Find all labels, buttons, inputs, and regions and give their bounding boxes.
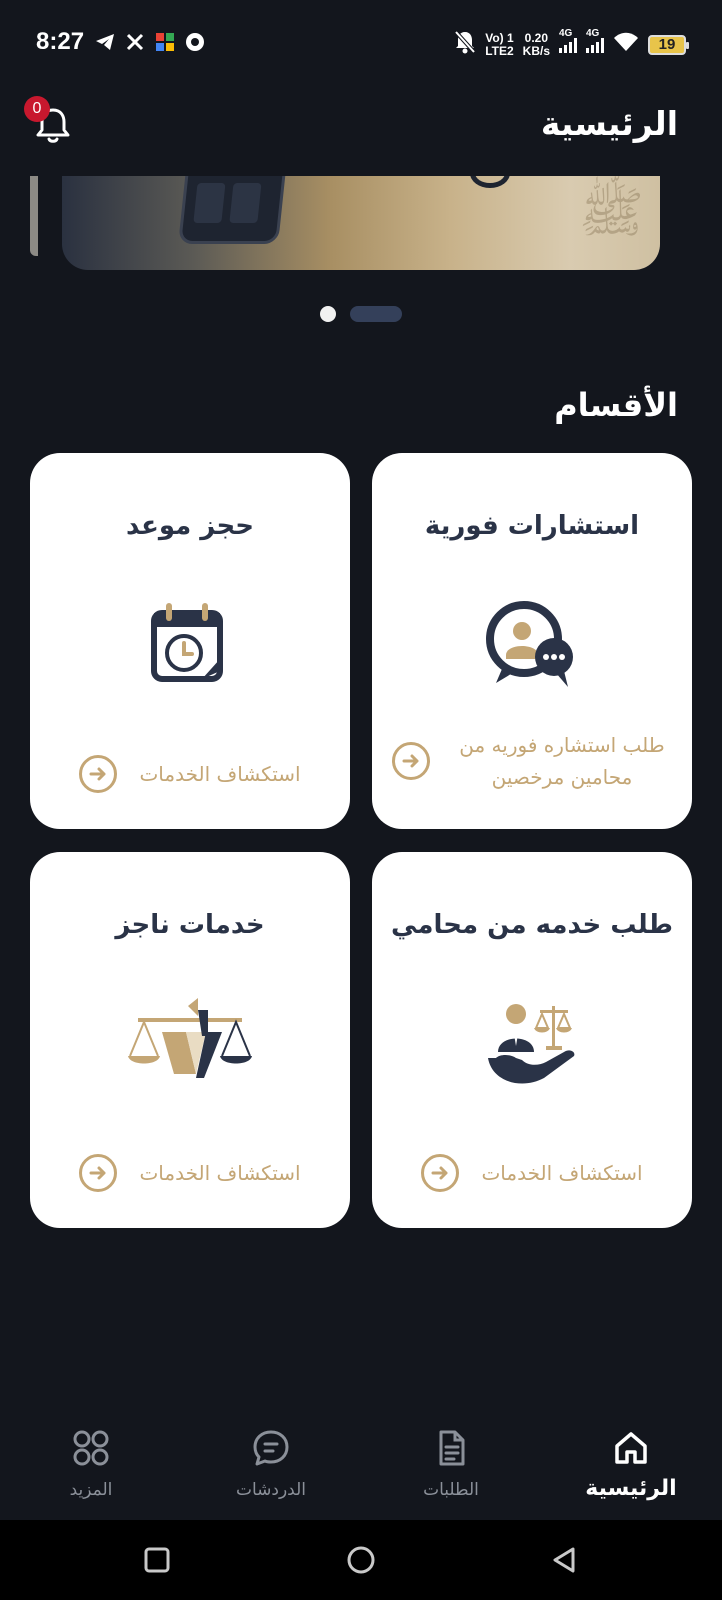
- status-system-icons: Vo) 1 LTE2 0.20 KB/s 4G 4G 19: [454, 28, 689, 59]
- sim1-type: 4G: [559, 27, 573, 39]
- card-arrow-button[interactable]: [392, 742, 430, 780]
- card-footer: استكشاف الخدمات: [48, 1154, 332, 1192]
- app-grid-icon: [154, 31, 176, 53]
- carousel-indicator: [0, 306, 722, 322]
- card-title: استشارات فورية: [424, 511, 640, 541]
- bottom-navigation: الرئيسية الطلبات الدردشات المزيد: [0, 1400, 722, 1520]
- system-navigation-bar: [0, 1520, 722, 1600]
- recents-button[interactable]: [139, 1542, 175, 1578]
- promo-banner[interactable]: ﷺ: [62, 176, 660, 270]
- volte-indicator: Vo) 1 LTE2: [485, 30, 514, 58]
- nav-item-requests[interactable]: الطلبات: [376, 1428, 526, 1500]
- telegram-icon: [94, 31, 116, 53]
- battery-indicator: 19: [648, 34, 689, 55]
- sim2-type: 4G: [586, 27, 600, 39]
- phone-mockup-image: [178, 176, 286, 244]
- card-footer: طلب استشاره فوريه من محامين مرخصين: [390, 729, 674, 793]
- home-icon: [615, 1432, 647, 1464]
- signal-sim1-icon: 4G: [559, 28, 577, 53]
- speed-unit: KB/s: [522, 43, 550, 58]
- previous-slide-peek[interactable]: [30, 176, 38, 256]
- card-description: استكشاف الخدمات: [481, 1161, 643, 1185]
- back-button[interactable]: [547, 1542, 583, 1578]
- viber-icon: [184, 31, 206, 53]
- banner-decoration: [470, 176, 510, 188]
- square-icon: [144, 1547, 170, 1573]
- card-arrow-button[interactable]: [421, 1154, 460, 1192]
- arrow-right-icon: [89, 1166, 106, 1180]
- circle-icon: [347, 1546, 375, 1574]
- card-title: طلب خدمه من محامي: [391, 910, 673, 940]
- card-description: استكشاف الخدمات: [139, 1161, 301, 1185]
- wifi-icon: [613, 32, 639, 57]
- arrow-right-icon: [89, 767, 106, 781]
- status-time: 8:27: [36, 28, 85, 55]
- arrow-right-icon: [431, 1166, 448, 1180]
- mute-icon: [454, 30, 476, 59]
- card-lawyer-service-request[interactable]: طلب خدمه من محامي استكشاف الخدمات: [372, 852, 692, 1228]
- page-title: الرئيسية: [540, 104, 678, 143]
- card-najiz-services[interactable]: خدمات ناجز استكشاف الخدمات: [30, 852, 350, 1228]
- nav-item-chats[interactable]: الدردشات: [196, 1428, 346, 1500]
- chat-icon: [253, 1430, 289, 1466]
- sections-title: الأقسام: [554, 386, 678, 424]
- status-bar: 8:27 Vo) 1 LTE2 0.20 KB/s 4G 4G 19: [0, 0, 722, 88]
- lte-label: LTE2: [485, 43, 514, 58]
- card-book-appointment[interactable]: حجز موعد استكشاف الخدمات: [30, 453, 350, 829]
- notifications-button[interactable]: 0: [24, 96, 76, 148]
- back-triangle-icon: [553, 1547, 575, 1573]
- carousel-dot-active[interactable]: [350, 306, 402, 322]
- nav-item-home[interactable]: الرئيسية: [556, 1428, 706, 1501]
- notification-badge: 0: [24, 96, 50, 122]
- najiz-scales-logo-icon: [126, 996, 254, 1096]
- grid-icon: [73, 1430, 109, 1466]
- calligraphy-watermark: ﷺ: [578, 181, 644, 244]
- nav-item-more[interactable]: المزيد: [16, 1428, 166, 1500]
- nav-label: المزيد: [69, 1480, 113, 1500]
- arrow-right-icon: [402, 754, 419, 768]
- card-arrow-button[interactable]: [79, 755, 118, 793]
- nav-label: الرئيسية: [585, 1476, 677, 1501]
- carousel-dot[interactable]: [320, 306, 336, 322]
- card-description: طلب استشاره فوريه من محامين مرخصين: [459, 733, 665, 789]
- card-arrow-button[interactable]: [79, 1154, 118, 1192]
- calendar-clock-icon: [140, 597, 240, 697]
- nav-label: الطلبات: [423, 1480, 479, 1500]
- card-title: خدمات ناجز: [115, 910, 265, 940]
- speed-value: 0.20: [524, 30, 548, 45]
- card-title: حجز موعد: [126, 511, 254, 541]
- card-footer: استكشاف الخدمات: [390, 1154, 674, 1192]
- card-instant-consultations[interactable]: استشارات فورية طلب استشاره فوريه من محام…: [372, 453, 692, 829]
- card-footer: استكشاف الخدمات: [48, 755, 332, 793]
- card-description: استكشاف الخدمات: [139, 762, 301, 786]
- volte-label: Vo) 1: [485, 30, 514, 45]
- nav-label: الدردشات: [235, 1480, 307, 1500]
- status-notification-icons: [94, 31, 206, 53]
- network-speed: 0.20 KB/s: [522, 30, 550, 58]
- lawyer-scales-hand-icon: [482, 996, 582, 1096]
- consultation-chat-icon: [482, 597, 582, 697]
- signal-sim2-icon: 4G: [586, 28, 604, 53]
- home-system-button[interactable]: [343, 1542, 379, 1578]
- x-icon: [124, 31, 146, 53]
- document-icon: [439, 1430, 465, 1466]
